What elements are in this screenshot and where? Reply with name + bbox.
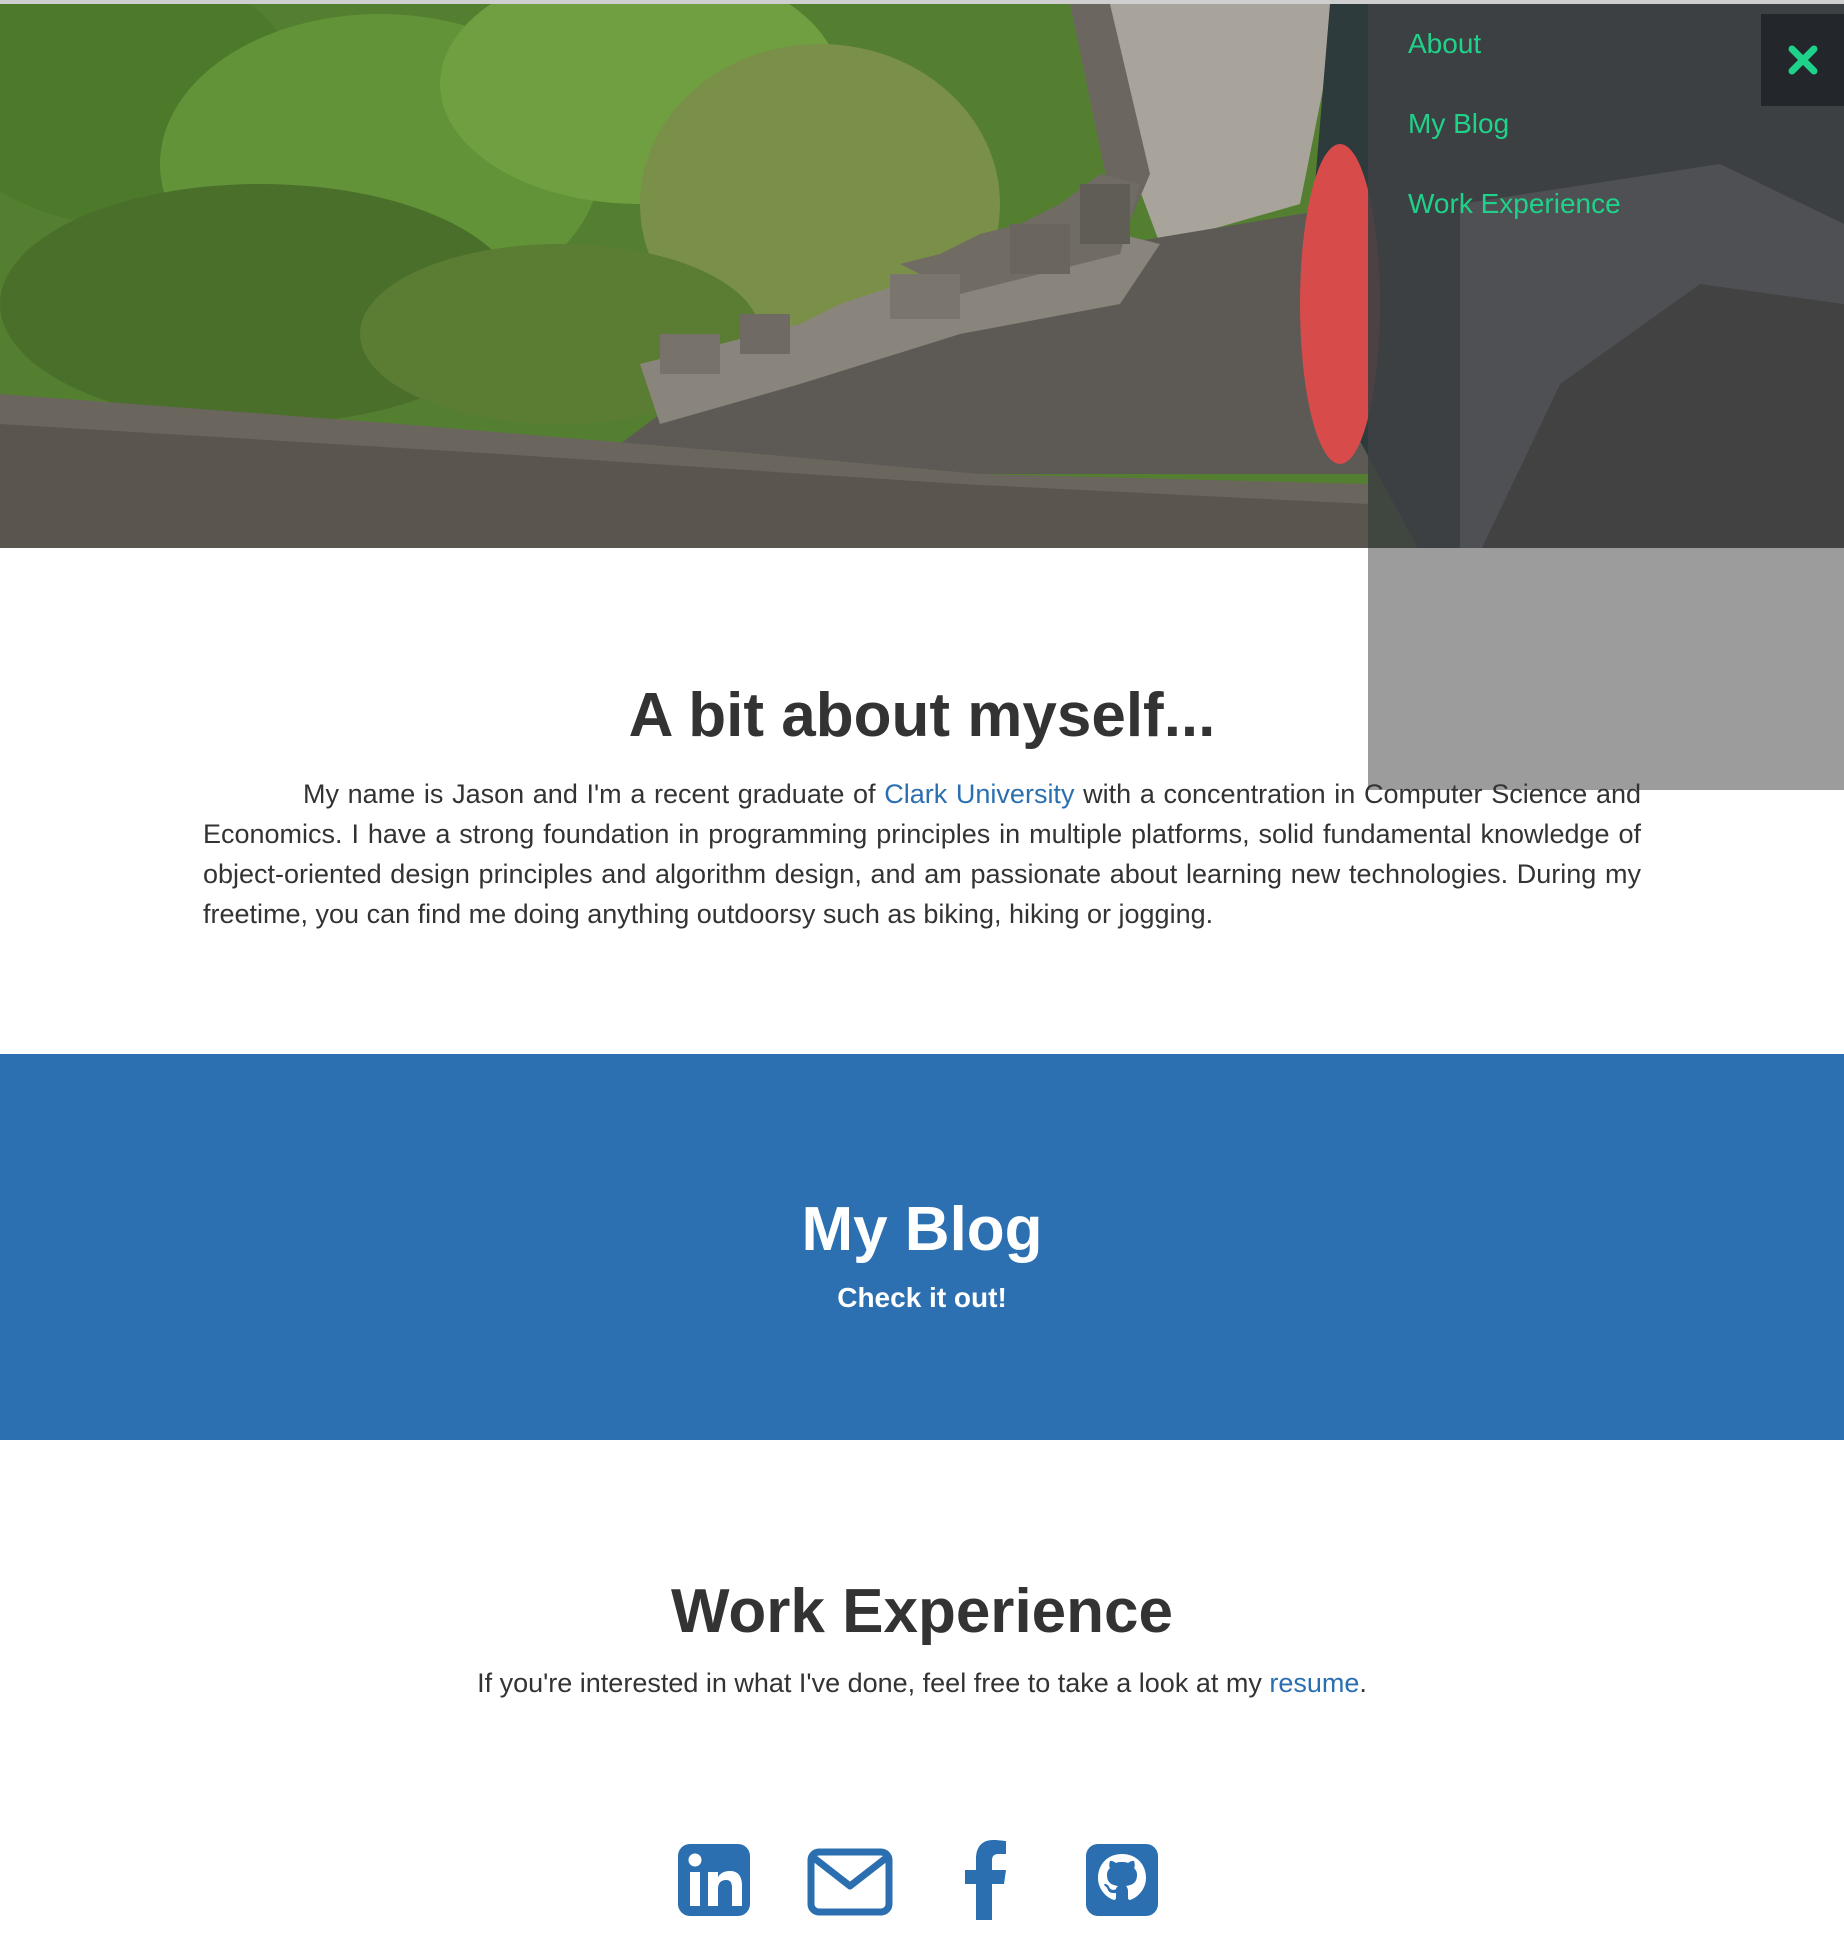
close-menu-button[interactable]	[1761, 14, 1844, 106]
blog-check-it-out[interactable]: Check it out!	[0, 1282, 1844, 1314]
github-icon[interactable]	[1084, 1840, 1160, 1920]
clark-university-link[interactable]: Clark University	[884, 779, 1074, 809]
work-heading: Work Experience	[671, 1577, 1173, 1646]
work-text-before: If you're interested in what I've done, …	[477, 1668, 1270, 1698]
work-paragraph: If you're interested in what I've done, …	[0, 1668, 1844, 1699]
about-text-before: My name is Jason and I'm a recent gradua…	[303, 779, 885, 809]
nav-item-work-experience[interactable]: Work Experience	[1408, 188, 1621, 220]
blog-heading[interactable]: My Blog	[0, 1194, 1844, 1265]
close-x-icon	[1788, 45, 1817, 75]
nav-item-my-blog[interactable]: My Blog	[1408, 108, 1509, 140]
about-paragraph: My name is Jason and I'm a recent gradua…	[203, 774, 1641, 934]
facebook-icon[interactable]	[962, 1840, 1010, 1920]
resume-link[interactable]: resume	[1269, 1668, 1359, 1698]
linkedin-icon[interactable]	[676, 1840, 752, 1920]
email-icon[interactable]	[806, 1840, 894, 1920]
side-nav-panel: About My Blog Work Experience	[1368, 4, 1844, 790]
work-text-after: .	[1359, 1668, 1367, 1698]
blog-section[interactable]: My Blog Check it out!	[0, 1054, 1844, 1440]
nav-item-about[interactable]: About	[1408, 28, 1481, 60]
about-heading: A bit about myself...	[628, 681, 1216, 750]
